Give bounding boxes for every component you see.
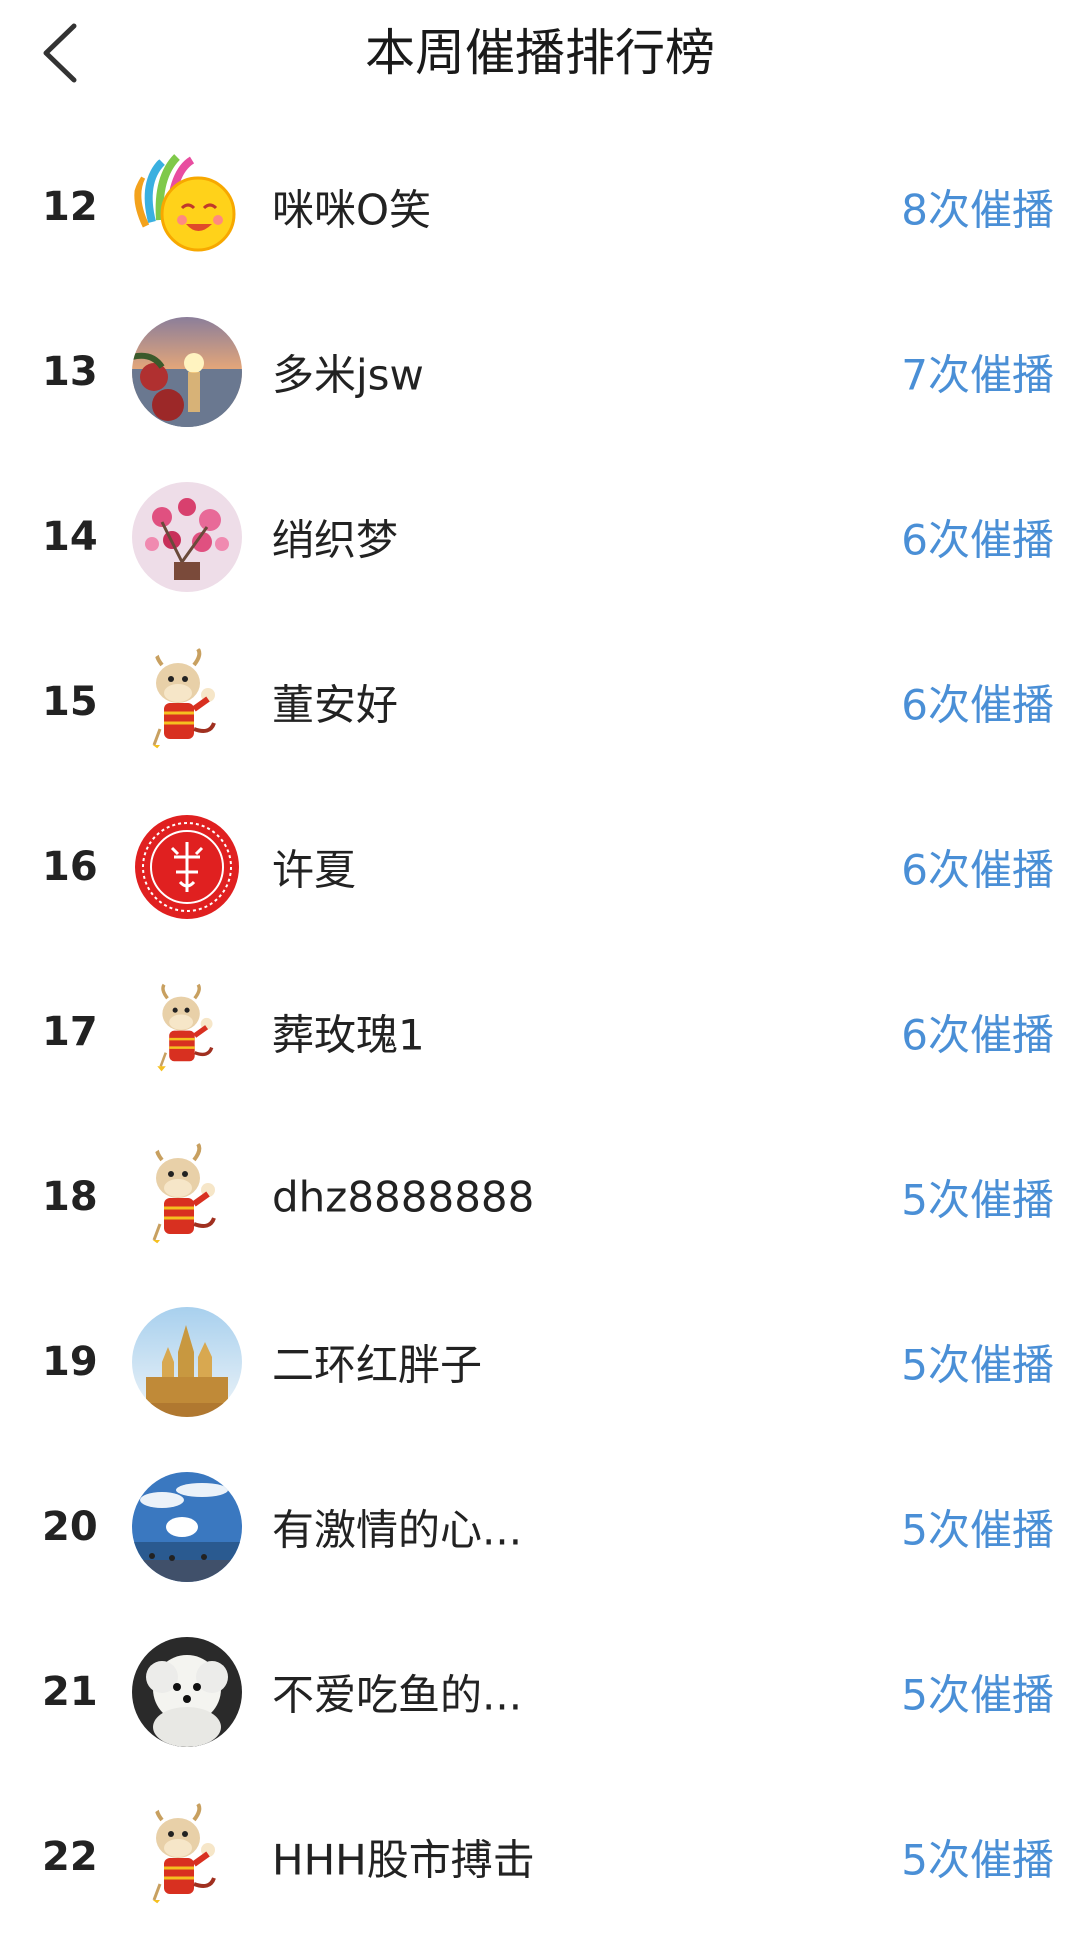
user-name: 咪咪O笑 (272, 185, 432, 234)
urge-count: 6次催播 (901, 1010, 1054, 1059)
rank-number: 15 (42, 678, 98, 725)
urge-count: 6次催播 (901, 680, 1054, 729)
ranking-row[interactable]: 15 董安好 6次催播 (0, 619, 1080, 784)
ranking-row[interactable]: 13 多米jsw 7次催播 (0, 289, 1080, 454)
ranking-row[interactable]: 20 有激情的心... 5次催播 (0, 1444, 1080, 1609)
ox-cartoon-avatar (132, 646, 242, 757)
user-name: 二环红胖子 (272, 1340, 483, 1389)
urge-count: 8次催播 (901, 185, 1054, 234)
urge-count: 5次催播 (901, 1670, 1054, 1719)
ranking-row[interactable]: 14 绡织梦 6次催播 (0, 454, 1080, 619)
rank-number: 18 (42, 1173, 98, 1220)
urge-count: 5次催播 (901, 1340, 1054, 1389)
user-name: 葬玫瑰1 (272, 1010, 425, 1059)
ox-cartoon-avatar (132, 976, 242, 1087)
urge-count: 5次催播 (901, 1505, 1054, 1554)
avatar[interactable] (132, 1471, 242, 1582)
ranking-row[interactable]: 22 HHH股市搏击 5次催播 (0, 1774, 1080, 1939)
top-bar: 本周催播排行榜 (0, 0, 1080, 110)
rank-number: 19 (42, 1338, 98, 1385)
ranking-list: 12 咪咪O笑 8次催播 13 多米jsw 7次催播 14 绡织梦 6次催播 1… (0, 124, 1080, 1939)
flower-photo-avatar (132, 481, 242, 592)
urge-count: 5次催播 (901, 1835, 1054, 1884)
user-name: 有激情的心... (272, 1505, 523, 1554)
ranking-row[interactable]: 21 不爱吃鱼的... 5次催播 (0, 1609, 1080, 1774)
avatar[interactable] (132, 1306, 242, 1417)
urge-count: 6次催播 (901, 845, 1054, 894)
avatar[interactable] (132, 811, 242, 922)
ox-cartoon-avatar (132, 1801, 242, 1912)
smiley-sun-avatar (132, 151, 242, 262)
rank-number: 17 (42, 1008, 98, 1055)
avatar[interactable] (132, 976, 242, 1087)
rank-number: 13 (42, 348, 98, 395)
avatar[interactable] (132, 1801, 242, 1912)
user-name: dhz8888888 (272, 1172, 535, 1221)
rank-number: 20 (42, 1503, 98, 1550)
ranking-row[interactable]: 16 许夏 6次催播 (0, 784, 1080, 949)
user-name: 绡织梦 (272, 515, 399, 564)
avatar[interactable] (132, 646, 242, 757)
ranking-row[interactable]: 17 葬玫瑰1 6次催播 (0, 949, 1080, 1114)
avatar[interactable] (132, 151, 242, 262)
red-seal-avatar (132, 811, 242, 922)
user-name: 不爱吃鱼的... (272, 1670, 523, 1719)
castle-photo-avatar (132, 1306, 242, 1417)
rank-number: 16 (42, 843, 98, 890)
avatar[interactable] (132, 1636, 242, 1747)
rank-number: 21 (42, 1668, 98, 1715)
white-dog-photo-avatar (132, 1636, 242, 1747)
urge-count: 6次催播 (901, 515, 1054, 564)
avatar[interactable] (132, 481, 242, 592)
sunset-photo-avatar (132, 316, 242, 427)
sky-sea-photo-avatar (132, 1471, 242, 1582)
user-name: HHH股市搏击 (272, 1835, 535, 1884)
page-title: 本周催播排行榜 (365, 24, 715, 82)
user-name: 许夏 (272, 845, 357, 894)
avatar[interactable] (132, 316, 242, 427)
ox-cartoon-avatar (132, 1141, 242, 1252)
urge-count: 5次催播 (901, 1175, 1054, 1224)
user-name: 多米jsw (272, 350, 424, 399)
ranking-row[interactable]: 12 咪咪O笑 8次催播 (0, 124, 1080, 289)
rank-number: 22 (42, 1833, 98, 1880)
user-name: 董安好 (272, 680, 399, 729)
avatar[interactable] (132, 1141, 242, 1252)
rank-number: 14 (42, 513, 98, 560)
urge-count: 7次催播 (901, 350, 1054, 399)
ranking-row[interactable]: 19 二环红胖子 5次催播 (0, 1279, 1080, 1444)
ranking-row[interactable]: 18 dhz8888888 5次催播 (0, 1114, 1080, 1279)
rank-number: 12 (42, 183, 98, 230)
